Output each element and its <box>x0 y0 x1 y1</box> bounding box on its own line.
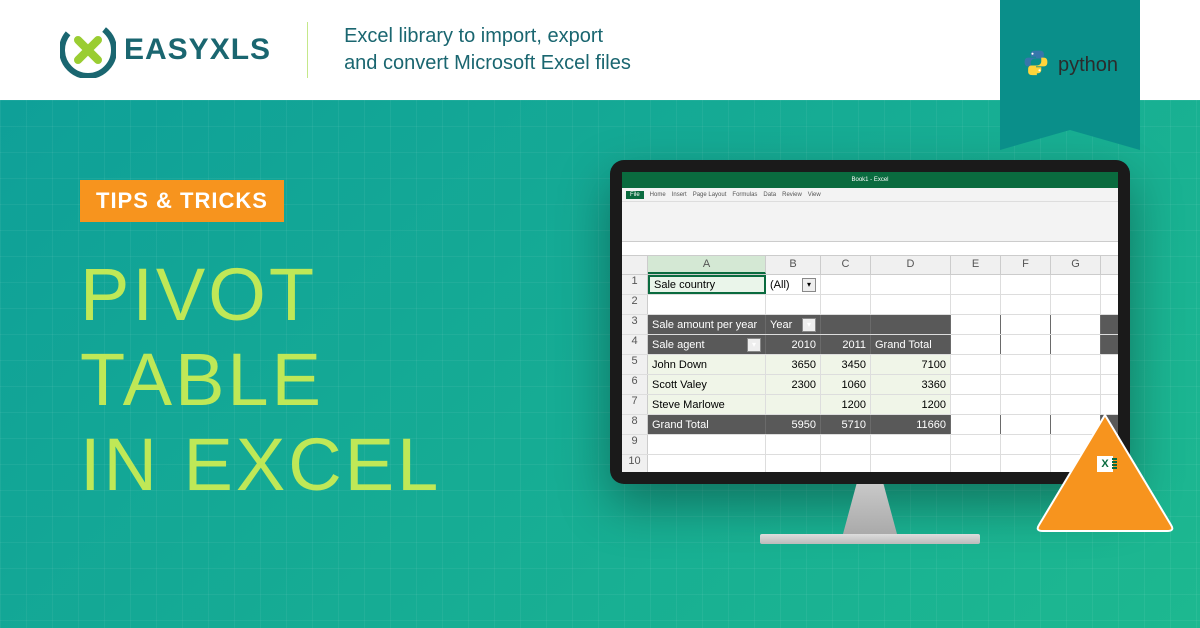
tagline: Excel library to import, export and conv… <box>344 23 631 77</box>
no-excel-required-badge: X NO MICROSOFT EXCEL REQUIRED <box>1035 413 1175 533</box>
logo-mark-icon <box>60 22 116 78</box>
excel-ribbon-bar <box>622 202 1118 242</box>
dropdown-icon[interactable]: ▾ <box>802 318 816 332</box>
filter-value[interactable]: (All)▾ <box>766 275 821 294</box>
filter-label: Sale country <box>648 275 766 294</box>
excel-titlebar: Book1 - Excel <box>622 172 1118 188</box>
excel-x-icon: X <box>1097 456 1113 472</box>
divider <box>307 22 308 78</box>
excel-tabs: FileHomeInsertPage LayoutFormulasDataRev… <box>622 188 1118 202</box>
main-title: PIVOT TABLE IN EXCEL <box>80 252 441 507</box>
logo: EASYXLS <box>60 22 271 78</box>
python-icon <box>1022 48 1050 82</box>
tips-badge: TIPS & TRICKS <box>80 180 284 222</box>
python-ribbon: python <box>1000 0 1140 130</box>
python-label: python <box>1058 54 1118 77</box>
dropdown-icon[interactable]: ▾ <box>802 278 816 292</box>
dropdown-icon[interactable]: ▾ <box>747 338 761 352</box>
formula-bar <box>622 242 1118 256</box>
logo-text: EASYXLS <box>124 33 271 67</box>
